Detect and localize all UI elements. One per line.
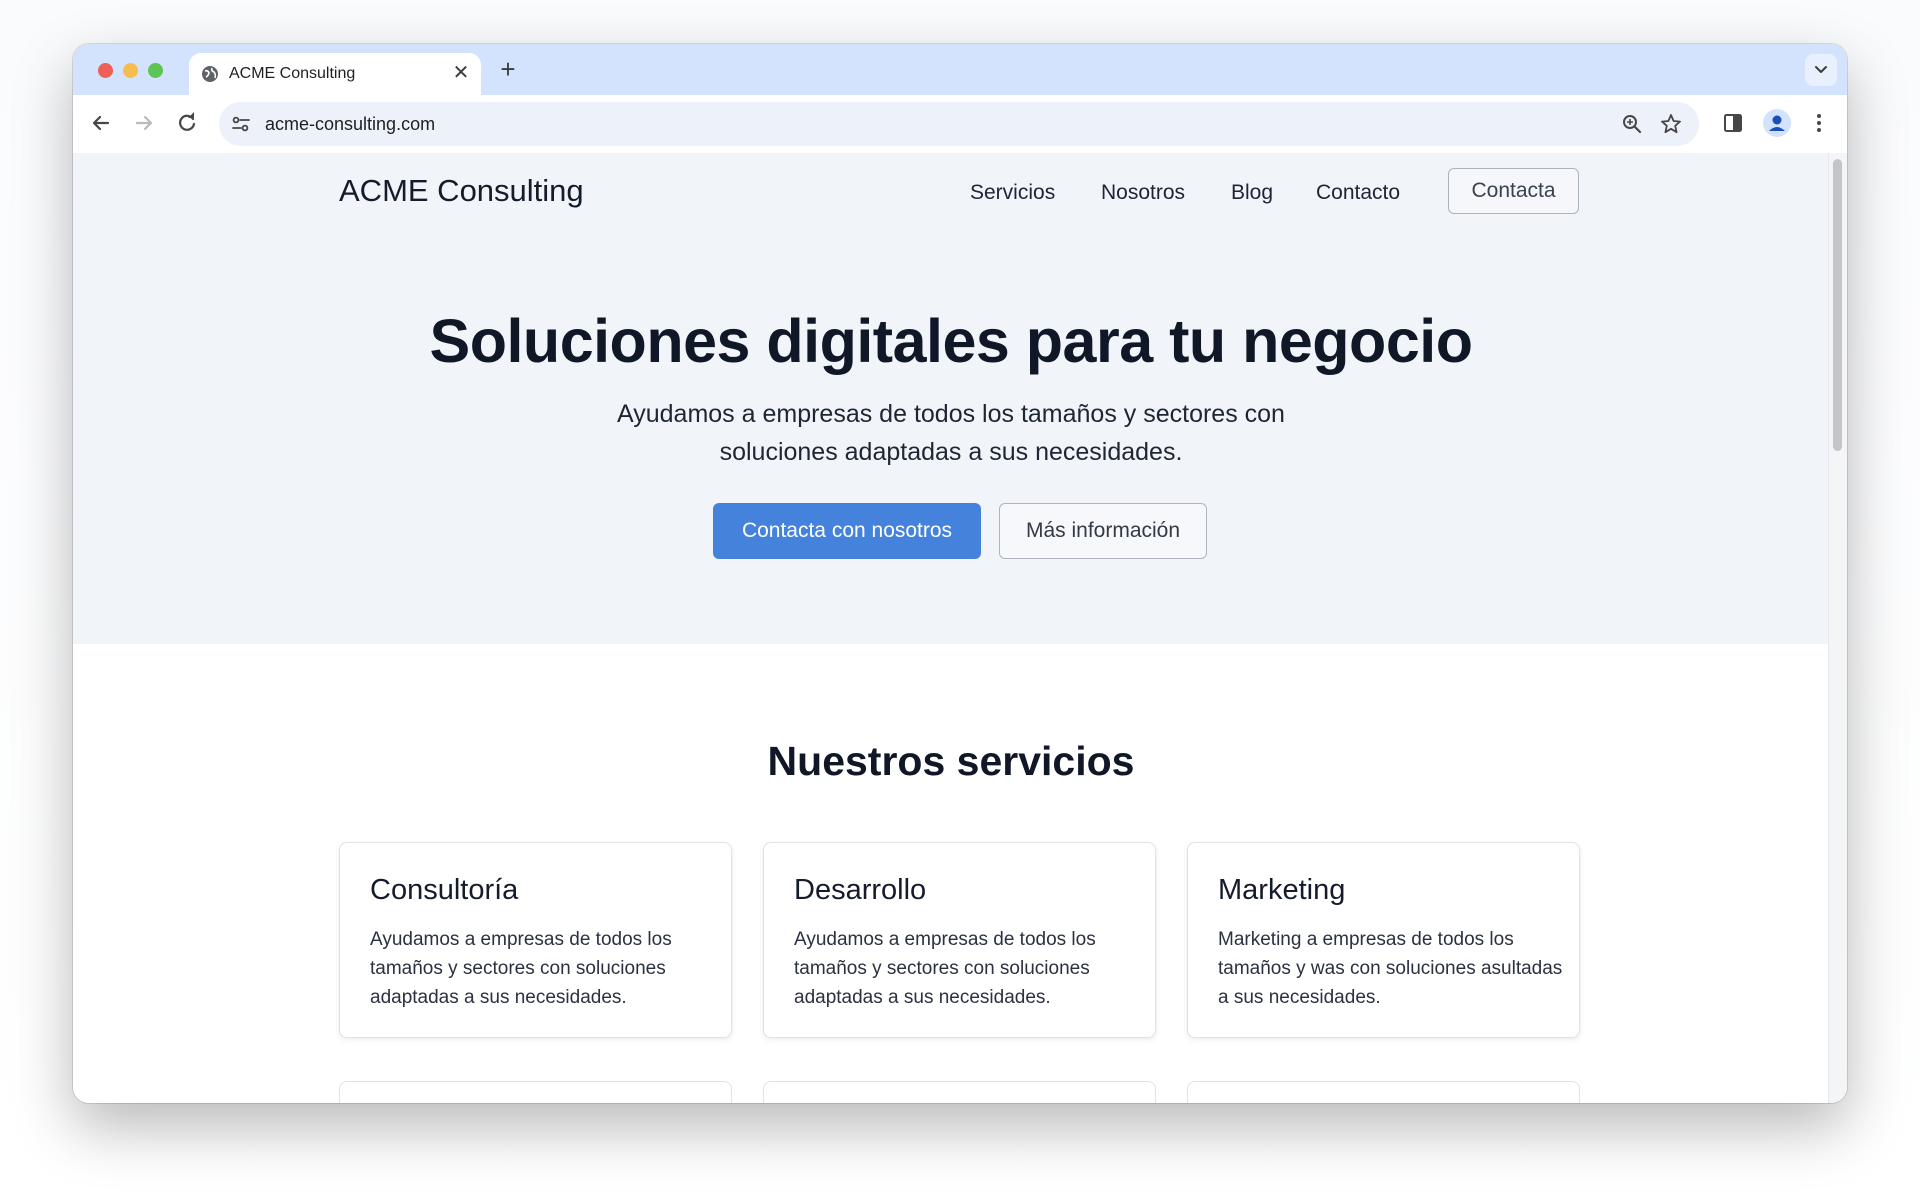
nav-nosotros[interactable]: Nosotros (1101, 181, 1185, 205)
kebab-menu-icon[interactable] (1809, 111, 1829, 135)
contacta-button[interactable]: Contacta (1448, 168, 1579, 214)
arrow-left-icon[interactable] (87, 109, 115, 137)
scrollbar-thumb[interactable] (1833, 159, 1842, 451)
star-icon[interactable] (1659, 112, 1683, 136)
page-viewport: ACME Consulting Servicios Nosotros Blog … (73, 153, 1847, 1103)
tab-acme-consulting[interactable]: ACME Consulting ✕ (189, 53, 481, 95)
service-card-partial[interactable] (1187, 1081, 1580, 1103)
service-card[interactable]: Marketing Marketing a empresas de todos … (1187, 842, 1580, 1038)
service-card-title: Marketing (1218, 874, 1346, 906)
globe-icon (201, 65, 219, 83)
services-title: Nuestros servicios (767, 738, 1135, 784)
service-card-body: Marketing a empresas de todos los tamaño… (1218, 929, 1563, 1008)
maximize-window-button[interactable] (148, 63, 163, 78)
profile-icon[interactable] (1762, 108, 1792, 138)
chevron-down-icon (1813, 63, 1829, 77)
service-card[interactable]: Consultoría Ayudamos a empresas de todos… (339, 842, 732, 1038)
service-card-body: Ayudamos a empresas de todos los tamaños… (370, 929, 672, 1008)
service-card-body: Ayudamos a empresas de todos los tamaños… (794, 929, 1096, 1008)
side-panel-icon[interactable] (1721, 111, 1745, 135)
service-card-partial[interactable] (763, 1081, 1156, 1103)
address-bar[interactable]: acme-consulting.com (219, 102, 1699, 146)
hero-title: Soluciones digitales para tu negocio (429, 307, 1473, 375)
tune-icon[interactable] (230, 113, 252, 135)
tab-title: ACME Consulting (229, 65, 356, 82)
browser-toolbar: acme-consulting.com (73, 95, 1847, 154)
url-text[interactable]: acme-consulting.com (265, 114, 435, 135)
service-card[interactable]: Desarrollo Ayudamos a empresas de todos … (763, 842, 1156, 1038)
service-card-title: Desarrollo (794, 874, 927, 906)
close-tab-icon[interactable]: ✕ (451, 63, 471, 83)
tab-search-button[interactable] (1805, 54, 1837, 86)
minimize-window-button[interactable] (123, 63, 138, 78)
site-logo[interactable]: ACME Consulting (339, 173, 584, 209)
reload-icon[interactable] (173, 109, 201, 137)
web-page: ACME Consulting Servicios Nosotros Blog … (73, 153, 1829, 1103)
arrow-right-icon[interactable] (130, 109, 158, 137)
service-card-partial[interactable] (339, 1081, 732, 1103)
nav-contacto[interactable]: Contacto (1316, 181, 1400, 205)
vertical-scrollbar[interactable] (1828, 153, 1847, 1103)
tab-strip: ACME Consulting ✕ + (73, 44, 1847, 95)
new-tab-button[interactable]: + (495, 56, 521, 82)
close-window-button[interactable] (98, 63, 113, 78)
hero-subtitle: Ayudamos a empresas de todos los tamaños… (617, 400, 1285, 466)
nav-servicios[interactable]: Servicios (970, 181, 1055, 205)
hero-section: ACME Consulting Servicios Nosotros Blog … (73, 153, 1829, 644)
zoom-icon[interactable] (1621, 113, 1643, 135)
nav-blog[interactable]: Blog (1231, 181, 1273, 205)
service-card-title: Consultoría (370, 874, 519, 906)
browser-window: ACME Consulting ✕ + acme-consulting.com … (73, 44, 1847, 1103)
more-info-button[interactable]: Más información (999, 503, 1207, 559)
contact-us-button[interactable]: Contacta con nosotros (713, 503, 981, 559)
